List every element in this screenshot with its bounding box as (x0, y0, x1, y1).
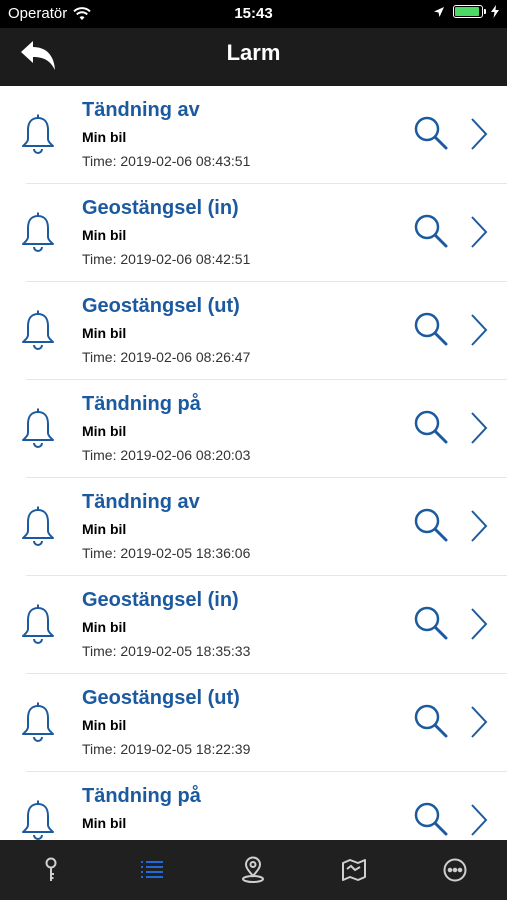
alarm-row[interactable]: Tändning av Min bil Time: 2019-02-06 08:43… (0, 86, 507, 184)
search-icon[interactable] (412, 114, 450, 152)
bell-icon (22, 800, 54, 840)
alarm-time: Time: 2019-02-06 08:43:51 (82, 153, 251, 169)
alarm-title: Geostängsel (in) (82, 197, 239, 219)
search-icon[interactable] (412, 310, 450, 348)
tab-location[interactable] (202, 840, 303, 900)
alarm-row[interactable]: Geostängsel (in) Min bil Time: 2019-02-05 … (0, 576, 507, 674)
search-icon[interactable] (412, 604, 450, 642)
alarm-text: Geostängsel (ut) Min bil Time: 2019-02-05 … (82, 686, 397, 758)
alarm-time: Time: 2019-02-05 18:36:06 (82, 545, 251, 561)
alarm-vehicle: Min bil (82, 521, 127, 537)
tab-key[interactable] (0, 840, 101, 900)
tab-map[interactable] (303, 840, 404, 900)
alarm-text: Tändning av Min bil Time: 2019-02-05 18:36… (82, 490, 397, 562)
chevron-right-icon[interactable] (468, 802, 490, 838)
battery-icon (453, 5, 486, 18)
alarm-time: Time: 2019-02-05 18:22:39 (82, 741, 251, 757)
alarm-time: Time: 2019-02-06 08:26:47 (82, 349, 251, 365)
alarm-row[interactable]: Tändning på Min bil (0, 772, 507, 840)
search-icon[interactable] (412, 702, 450, 740)
alarm-title: Geostängsel (ut) (82, 687, 240, 709)
alarm-vehicle: Min bil (82, 717, 127, 733)
alarm-text: Geostängsel (in) Min bil Time: 2019-02-05 … (82, 588, 397, 660)
alarm-time: Time: 2019-02-05 18:35:33 (82, 643, 251, 659)
charging-bolt-icon (491, 5, 499, 18)
alarm-title: Tändning på (82, 785, 201, 807)
bell-icon (22, 114, 54, 154)
status-right (433, 5, 499, 18)
alarm-vehicle: Min bil (82, 423, 127, 439)
alarm-title: Geostängsel (ut) (82, 295, 240, 317)
search-icon[interactable] (412, 800, 450, 838)
alarm-title: Tändning av (82, 99, 200, 121)
alarm-title: Geostängsel (in) (82, 589, 239, 611)
alarm-vehicle: Min bil (82, 325, 127, 341)
list-icon (140, 861, 163, 878)
bell-icon (22, 702, 54, 742)
alarm-row[interactable]: Geostängsel (in) Min bil Time: 2019-02-06 … (0, 184, 507, 282)
map-icon (341, 859, 366, 881)
tab-list[interactable] (101, 840, 202, 900)
more-icon (443, 858, 466, 882)
alarm-text: Tändning av Min bil Time: 2019-02-06 08:43… (82, 98, 397, 170)
alarm-vehicle: Min bil (82, 619, 127, 635)
location-pin-icon (241, 856, 264, 883)
tab-bar (0, 840, 507, 900)
tab-more[interactable] (404, 840, 505, 900)
page-title: Larm (226, 40, 281, 65)
alarm-time: Time: 2019-02-06 08:42:51 (82, 251, 251, 267)
alarm-row[interactable]: Tändning på Min bil Time: 2019-02-06 08:20… (0, 380, 507, 478)
alarm-title: Tändning av (82, 491, 200, 513)
chevron-right-icon[interactable] (468, 606, 490, 642)
chevron-right-icon[interactable] (468, 508, 490, 544)
alarm-title: Tändning på (82, 393, 201, 415)
key-icon (45, 857, 56, 881)
chevron-right-icon[interactable] (468, 116, 490, 152)
chevron-right-icon[interactable] (468, 312, 490, 348)
alarm-text: Geostängsel (in) Min bil Time: 2019-02-06 … (82, 196, 397, 268)
alarm-vehicle: Min bil (82, 129, 127, 145)
alarm-text: Tändning på Min bil Time: 2019-02-06 08:20… (82, 392, 397, 464)
bell-icon (22, 310, 54, 350)
chevron-right-icon[interactable] (468, 214, 490, 250)
location-arrow-icon (434, 6, 444, 17)
search-icon[interactable] (412, 408, 450, 446)
alarm-row[interactable]: Tändning av Min bil Time: 2019-02-05 18:36… (0, 478, 507, 576)
search-icon[interactable] (412, 212, 450, 250)
alarm-time: Time: 2019-02-06 08:20:03 (82, 447, 251, 463)
bell-icon (22, 212, 54, 252)
alarm-list[interactable]: Tändning av Min bil Time: 2019-02-06 08:43… (0, 86, 507, 840)
chevron-right-icon[interactable] (468, 704, 490, 740)
navigation-bar: Larm (0, 28, 507, 86)
alarm-vehicle: Min bil (82, 815, 127, 831)
alarm-text: Tändning på Min bil (82, 784, 397, 838)
bell-icon (22, 604, 54, 644)
alarm-row[interactable]: Geostängsel (ut) Min bil Time: 2019-02-06 … (0, 282, 507, 380)
bell-icon (22, 408, 54, 448)
bell-icon (22, 506, 54, 546)
status-bar: Operatör 15:43 (0, 0, 507, 28)
search-icon[interactable] (412, 506, 450, 544)
alarm-vehicle: Min bil (82, 227, 127, 243)
chevron-right-icon[interactable] (468, 410, 490, 446)
status-time: 15:43 (234, 5, 273, 22)
alarm-row[interactable]: Geostängsel (ut) Min bil Time: 2019-02-05 … (0, 674, 507, 772)
alarm-text: Geostängsel (ut) Min bil Time: 2019-02-06 … (82, 294, 397, 366)
